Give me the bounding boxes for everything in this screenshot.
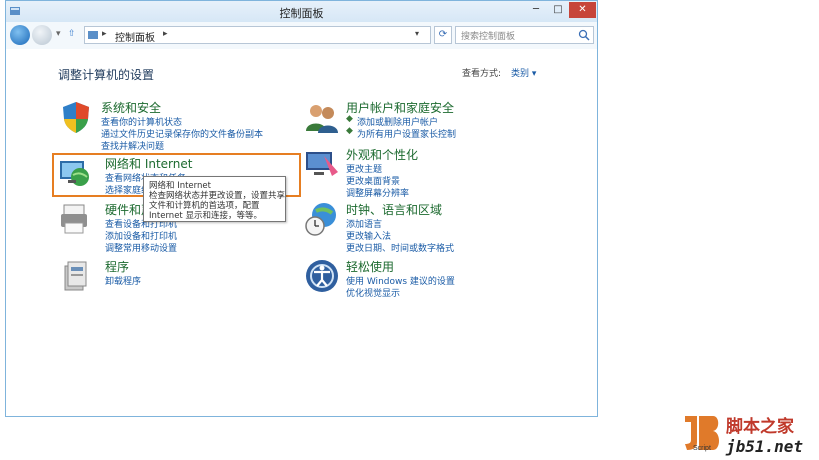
control-panel-window: 控制面板 ─ □ ✕ ▾ ⇧ ▸ 控制面板 ▸ ▾ ⟳ 搜索控制面板 调整计算机… bbox=[5, 0, 598, 417]
navigation-bar: ▾ ⇧ ▸ 控制面板 ▸ ▾ ⟳ 搜索控制面板 bbox=[6, 22, 597, 49]
search-icon[interactable] bbox=[578, 29, 590, 41]
page-title: 调整计算机的设置 bbox=[58, 68, 155, 82]
shield-icon: ◆ bbox=[346, 114, 353, 124]
category-link[interactable]: 调整常用移动设置 bbox=[105, 241, 177, 254]
view-by-value[interactable]: 类别 bbox=[511, 69, 529, 79]
title-bar: 控制面板 ─ □ ✕ bbox=[6, 1, 597, 22]
category-title[interactable]: 程序 bbox=[105, 258, 129, 275]
breadcrumb-arrow-icon[interactable]: ▸ bbox=[163, 29, 168, 39]
category-link[interactable]: 查找并解决问题 bbox=[101, 139, 164, 152]
search-input[interactable]: 搜索控制面板 bbox=[455, 26, 594, 44]
category-title[interactable]: 系统和安全 bbox=[101, 99, 161, 116]
category-link[interactable]: 卸载程序 bbox=[105, 274, 141, 287]
category-link[interactable]: 为所有用户设置家长控制 bbox=[357, 127, 456, 140]
minimize-button[interactable]: ─ bbox=[525, 2, 547, 18]
watermark-url: jb51.net bbox=[726, 437, 804, 456]
category-link[interactable]: 优化视觉显示 bbox=[346, 286, 400, 299]
category-link[interactable]: 更改日期、时间或数字格式 bbox=[346, 241, 454, 254]
control-panel-icon bbox=[88, 31, 98, 39]
refresh-button[interactable]: ⟳ bbox=[434, 26, 452, 44]
back-button[interactable] bbox=[10, 25, 30, 45]
printer-icon[interactable] bbox=[58, 201, 94, 237]
window-title: 控制面板 bbox=[279, 7, 324, 20]
watermark-cn: 脚本之家 bbox=[726, 417, 794, 437]
address-bar[interactable]: ▸ 控制面板 ▸ ▾ bbox=[84, 26, 431, 44]
jb51-logo: Script bbox=[685, 416, 719, 452]
view-by-dropdown[interactable]: 类别 ▾ bbox=[511, 66, 536, 79]
svg-text:Script: Script bbox=[693, 445, 711, 452]
tooltip-text: Internet 显示和连接，等等。 bbox=[149, 211, 262, 221]
ease-of-access-icon[interactable] bbox=[304, 258, 340, 294]
search-placeholder: 搜索控制面板 bbox=[461, 32, 516, 42]
shield-icon[interactable] bbox=[58, 99, 94, 135]
programs-icon[interactable] bbox=[61, 258, 97, 294]
appearance-icon[interactable] bbox=[304, 146, 340, 182]
breadcrumb[interactable]: 控制面板 bbox=[115, 29, 155, 44]
clock-globe-icon[interactable] bbox=[304, 201, 340, 237]
users-icon[interactable] bbox=[304, 99, 340, 135]
tooltip: 网络和 Internet 检查网络状态并更改设置，设置共享 文件和计算机的首选项… bbox=[143, 176, 286, 222]
recent-locations-icon[interactable]: ▾ bbox=[56, 29, 61, 39]
breadcrumb-arrow-icon[interactable]: ▸ bbox=[102, 29, 107, 39]
main-content: 调整计算机的设置 查看方式: 类别 ▾ 系统和安全 查看你的计算机状态 通过文件… bbox=[6, 49, 597, 416]
category-title[interactable]: 外观和个性化 bbox=[346, 146, 418, 163]
close-button[interactable]: ✕ bbox=[569, 2, 596, 18]
category-link[interactable]: 调整屏幕分辨率 bbox=[346, 186, 409, 199]
view-by-label: 查看方式: bbox=[462, 69, 502, 79]
maximize-button[interactable]: □ bbox=[547, 2, 569, 18]
forward-button[interactable] bbox=[32, 25, 52, 45]
shield-icon: ◆ bbox=[346, 126, 353, 136]
category-title[interactable]: 用户帐户和家庭安全 bbox=[346, 99, 454, 116]
up-icon[interactable]: ⇧ bbox=[68, 29, 76, 39]
address-dropdown-icon[interactable]: ▾ bbox=[415, 29, 419, 38]
category-title[interactable]: 轻松使用 bbox=[346, 258, 394, 275]
category-title[interactable]: 时钟、语言和区域 bbox=[346, 201, 442, 218]
